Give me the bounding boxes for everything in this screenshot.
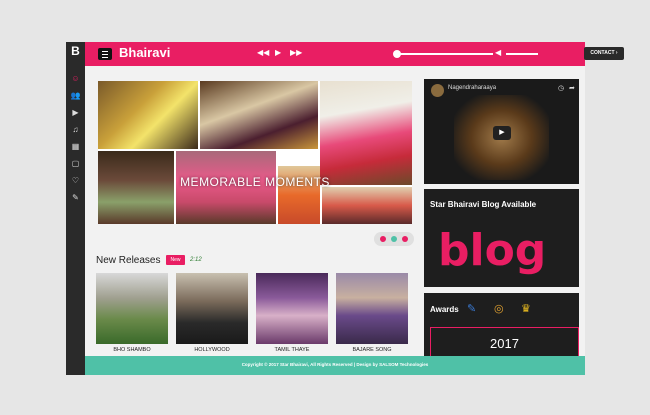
main-content: MEMORABLE MOMENTS New Releases New 2:12 … <box>85 66 585 359</box>
release-thumbnail[interactable] <box>336 273 408 344</box>
blog-logo: blog <box>438 225 546 276</box>
collage-photo <box>98 81 198 149</box>
volume-slider[interactable] <box>506 53 538 55</box>
play-icon[interactable]: ▶ <box>275 48 281 57</box>
next-icon[interactable]: ▶▶ <box>290 48 302 57</box>
carousel-dot[interactable] <box>391 236 397 242</box>
trophy-icon[interactable]: ♛ <box>521 302 531 315</box>
release-thumbnail[interactable] <box>96 273 168 344</box>
release-card[interactable]: HOLLYWOOD <box>176 273 248 353</box>
grid-icon[interactable]: ▦ <box>66 138 85 155</box>
carousel-dots <box>374 232 414 246</box>
progress-knob[interactable] <box>393 50 401 58</box>
release-card[interactable]: TAMIL THAYE <box>256 273 328 353</box>
collage-photo <box>322 187 412 224</box>
brand-name[interactable]: Bhairavi <box>119 45 170 60</box>
side-rail: B ☺ 👥 ▶ ♫ ▦ ▢ ♡ ✎ <box>66 42 85 375</box>
footer-bar: Copyright © 2017 Star Bhairavi, All Righ… <box>85 356 585 375</box>
carousel-dot[interactable] <box>402 236 408 242</box>
users-icon[interactable]: 👥 <box>66 87 85 104</box>
release-card[interactable]: BHO SHAMBO <box>96 273 168 353</box>
release-thumbnail[interactable] <box>256 273 328 344</box>
release-label[interactable]: TAMIL THAYE <box>256 347 328 353</box>
new-badge: New <box>166 255 185 265</box>
volume-icon[interactable]: ◀ <box>495 48 501 57</box>
video-title[interactable]: Nagendraharaaya <box>448 85 496 91</box>
share-icon[interactable]: ➦ <box>569 84 575 92</box>
menu-button[interactable] <box>98 48 112 60</box>
release-label[interactable]: BHO SHAMBO <box>96 347 168 353</box>
document-icon[interactable]: ▢ <box>66 155 85 172</box>
collage-photo <box>320 81 412 185</box>
photo-collage[interactable] <box>98 81 412 224</box>
badge-text: 2:12 <box>190 257 202 263</box>
release-card[interactable]: BAJARE SONG <box>336 273 408 353</box>
clock-icon[interactable]: ◷ <box>558 84 564 92</box>
award-ribbon-icon[interactable]: ✎ <box>467 302 476 315</box>
heart-icon[interactable]: ♡ <box>66 172 85 189</box>
medal-icon[interactable]: ◎ <box>494 302 504 315</box>
awards-title: Awards <box>430 305 459 314</box>
previous-icon[interactable]: ◀◀ <box>257 48 269 57</box>
progress-track[interactable] <box>397 53 493 55</box>
award-year-box[interactable]: 2017 <box>430 327 579 359</box>
blog-panel[interactable]: Star Bhairavi Blog Available blog <box>424 189 579 287</box>
play-button[interactable]: ▶ <box>493 126 511 140</box>
blog-title: Star Bhairavi Blog Available <box>430 200 537 209</box>
award-year: 2017 <box>490 336 519 351</box>
collage-photo <box>200 81 318 149</box>
awards-panel: Awards ✎ ◎ ♛ 2017 <box>424 293 579 359</box>
rail-logo[interactable]: B <box>66 44 85 58</box>
release-label[interactable]: BAJARE SONG <box>336 347 408 353</box>
collage-caption: MEMORABLE MOMENTS <box>180 175 330 189</box>
contact-button[interactable]: CONTACT › <box>584 47 624 60</box>
top-header: Bhairavi ◀◀ ▶ ▶▶ ◀ CONTACT › ☺ <box>85 42 624 66</box>
carousel-dot[interactable] <box>380 236 386 242</box>
blog-logo-text: blog <box>438 225 546 276</box>
video-player[interactable]: Nagendraharaaya ◷ ➦ ▶ <box>424 79 579 184</box>
smiley-icon[interactable]: ☺ <box>66 70 85 87</box>
channel-avatar <box>431 84 444 97</box>
footer-text: Copyright © 2017 Star Bhairavi, All Righ… <box>241 362 429 367</box>
pin-icon[interactable]: ✎ <box>66 189 85 206</box>
play-icon[interactable]: ▶ <box>66 104 85 121</box>
release-label[interactable]: HOLLYWOOD <box>176 347 248 353</box>
music-note-icon[interactable]: ♫ <box>66 121 85 138</box>
release-thumbnail[interactable] <box>176 273 248 344</box>
new-releases-title: New Releases <box>96 255 161 266</box>
